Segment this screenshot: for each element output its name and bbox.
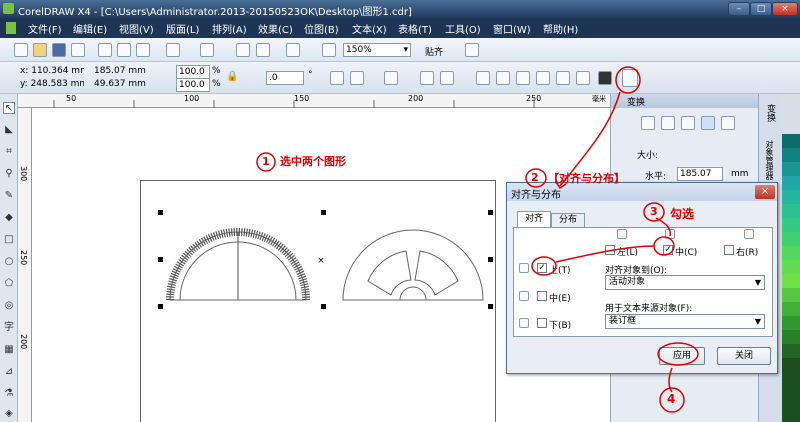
annotation-step-1: 选中两个图形 xyxy=(280,155,346,168)
annotation-circle-apply xyxy=(657,342,699,366)
annotation-number-1: 1 xyxy=(262,155,270,168)
annotation-step-3: 勾选 xyxy=(670,207,695,221)
annotation-number-2: 2 xyxy=(531,171,539,184)
annotation-circle-center xyxy=(653,236,675,256)
annotation-number-4: 4 xyxy=(667,392,676,406)
annotation-circle-toolbar xyxy=(615,66,641,94)
annotation-circle-top xyxy=(531,256,557,276)
annotation-connector xyxy=(555,245,655,263)
annotation-step-2: 【对齐与分布】 xyxy=(548,172,625,185)
annotation-number-3: 3 xyxy=(650,205,658,218)
